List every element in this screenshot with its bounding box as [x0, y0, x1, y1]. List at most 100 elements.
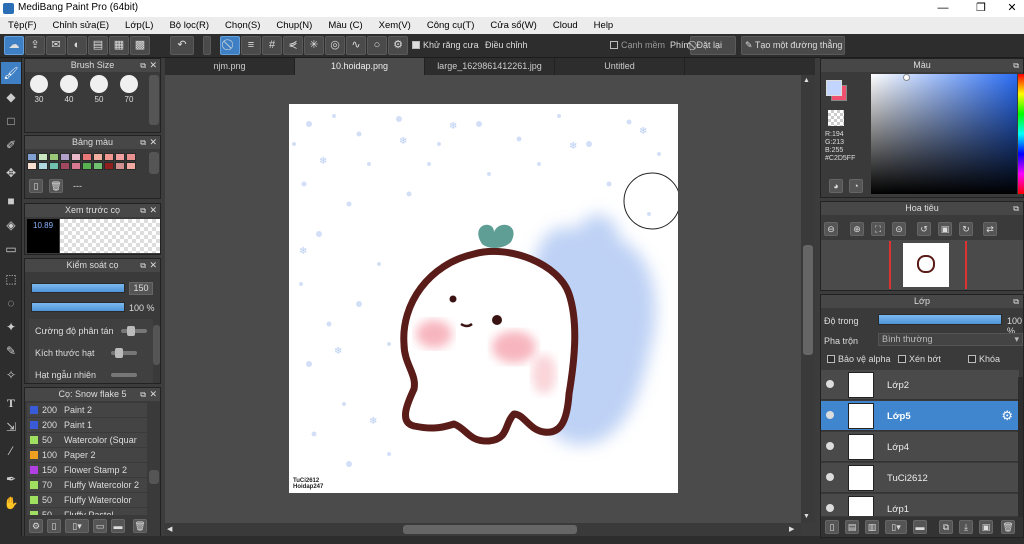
layer-row[interactable]: TuCi2612 — [821, 463, 1019, 493]
menu-item[interactable]: Chỉnh sửa(E) — [45, 20, 118, 31]
canvas-vertical-scrollbar[interactable]: ▲ ▼ — [801, 75, 815, 523]
new-8bit-layer-icon[interactable]: ▤ — [845, 520, 859, 534]
straight-line-button[interactable]: ✎ Tạo một đường thẳng — [741, 36, 845, 55]
vanishing-point-icon[interactable]: ⋞ — [283, 36, 303, 55]
zoom-reset-icon[interactable]: ⊝ — [892, 222, 906, 236]
popout-icon[interactable]: ⧉ — [140, 259, 146, 272]
document-tab[interactable]: 10.hoidap.png — [295, 58, 425, 75]
magic-wand-tool-icon[interactable]: ✦ — [1, 316, 21, 338]
close-icon[interactable]: ✕ — [149, 59, 157, 72]
reset-button[interactable]: ⃠ Đặt lại — [690, 36, 736, 55]
minimize-button[interactable]: — — [933, 1, 953, 15]
brush-list-item[interactable]: 70 Fluffy Watercolor 2 — [27, 478, 147, 493]
layer-row[interactable]: Lớp5 ⚙ — [821, 401, 1019, 431]
eyedropper-tool-icon[interactable]: ✒ — [1, 468, 21, 490]
select-eraser-tool-icon[interactable]: ✧ — [1, 364, 21, 386]
eye-icon[interactable] — [826, 442, 834, 450]
new-palette-icon[interactable]: ▯ — [29, 179, 43, 193]
brush-list-scrollbar[interactable] — [149, 470, 159, 484]
flip-icon[interactable]: ⇄ — [983, 222, 997, 236]
brush-list-item[interactable]: 150 Flower Stamp 2 — [27, 463, 147, 478]
menu-item[interactable]: Cloud — [545, 20, 586, 31]
lock-checkbox[interactable]: Khóa — [968, 354, 1000, 364]
delete-layer-icon[interactable]: 🗑 — [1001, 520, 1015, 534]
export-icon[interactable]: ⇪ — [25, 36, 45, 55]
navigator-preview[interactable] — [821, 240, 1023, 290]
layer-scrollbar[interactable] — [1018, 377, 1023, 517]
text-tool-icon[interactable]: T — [1, 392, 21, 414]
fit-window-icon[interactable]: ▣ — [938, 222, 952, 236]
brush-size-preset[interactable]: 30 — [27, 75, 51, 104]
bucket-tool-icon[interactable]: ◈ — [1, 214, 21, 236]
menu-item[interactable]: Màu (C) — [320, 20, 370, 31]
color-picker-handle[interactable] — [903, 74, 910, 81]
layer-settings-icon[interactable]: ▣ — [979, 520, 993, 534]
palette-swatch[interactable] — [38, 162, 48, 170]
brush-size-scrollbar[interactable] — [149, 75, 159, 125]
color-palette-icon[interactable]: ◔ — [849, 179, 863, 193]
operation-tool-icon[interactable]: ⇲ — [1, 416, 21, 438]
select-tool-icon[interactable]: ⬚ — [1, 268, 21, 290]
new-layer-icon[interactable]: ▯ — [825, 520, 839, 534]
eye-icon[interactable] — [826, 411, 834, 419]
new-layer-menu-icon[interactable]: ▯▾ — [885, 520, 907, 534]
close-button[interactable]: ✕ — [1002, 1, 1022, 15]
color-wheel-icon[interactable]: ◕ — [829, 179, 843, 193]
menu-item[interactable]: Chọn(S) — [217, 20, 268, 31]
palette-swatch[interactable] — [82, 153, 92, 161]
popout-icon[interactable]: ⧉ — [140, 59, 146, 72]
palette-swatch[interactable] — [38, 153, 48, 161]
brush-list-item[interactable]: 50 Fluffy Pastel — [27, 508, 147, 515]
menu-item[interactable]: Tệp(F) — [0, 20, 45, 31]
fit-screen-icon[interactable]: ⛶ — [871, 222, 885, 236]
brush-size-preset[interactable]: 40 — [57, 75, 81, 104]
gradient-tool-icon[interactable]: ▭ — [1, 238, 21, 260]
palette-swatch[interactable] — [93, 162, 103, 170]
menu-item[interactable]: Chụp(N) — [268, 20, 320, 31]
palette-swatch[interactable] — [60, 153, 70, 161]
scroll-right-icon[interactable]: ▶ — [789, 525, 794, 533]
document-icon[interactable]: ▤ — [88, 36, 108, 55]
divide-tool-icon[interactable]: ⁄ — [1, 440, 21, 462]
maximize-button[interactable]: ❐ — [971, 1, 991, 15]
eye-icon[interactable] — [826, 380, 834, 388]
palette-swatch[interactable] — [104, 162, 114, 170]
palette-swatch[interactable] — [126, 153, 136, 161]
undo-icon[interactable]: ↶ — [170, 36, 194, 55]
delete-brush-icon[interactable]: 🗑 — [133, 519, 147, 533]
menu-item[interactable]: Cửa sổ(W) — [482, 20, 544, 31]
palette-swatch[interactable] — [82, 162, 92, 170]
popout-icon[interactable]: ⧉ — [1013, 59, 1019, 72]
close-icon[interactable]: ✕ — [149, 388, 157, 401]
popout-icon[interactable]: ⧉ — [1013, 202, 1019, 215]
palette-swatch[interactable] — [115, 153, 125, 161]
brush-size-slider[interactable] — [31, 283, 125, 293]
settings-gear-icon[interactable]: ⚙ — [388, 36, 408, 55]
merge-layer-icon[interactable]: ⤓ — [959, 520, 973, 534]
scroll-up-icon[interactable]: ▲ — [803, 77, 810, 84]
close-icon[interactable]: ✕ — [149, 259, 157, 272]
move-tool-icon[interactable]: ✥ — [1, 162, 21, 184]
circle-snap-icon[interactable]: ○ — [367, 36, 387, 55]
layer-row[interactable]: Lớp1 — [821, 494, 1019, 516]
zoom-out-icon[interactable]: ⊖ — [824, 222, 838, 236]
close-icon[interactable]: ✕ — [149, 204, 157, 217]
layer-row[interactable]: Lớp2 — [821, 370, 1019, 400]
close-icon[interactable]: ✕ — [149, 136, 157, 149]
rotate-right-icon[interactable]: ↻ — [959, 222, 973, 236]
brush-opacity-slider[interactable] — [31, 302, 125, 312]
layer-row[interactable]: Lớp4 — [821, 432, 1019, 462]
popout-icon[interactable]: ⧉ — [140, 204, 146, 217]
palette-swatch[interactable] — [71, 162, 81, 170]
random-grain-slider[interactable] — [111, 373, 137, 377]
document-tab[interactable]: njm.png — [165, 58, 295, 75]
brush-list-item[interactable]: 100 Paper 2 — [27, 448, 147, 463]
brush-tool-icon[interactable]: 🖌 — [1, 62, 21, 84]
palette-swatch[interactable] — [93, 153, 103, 161]
palette-swatch[interactable] — [104, 153, 114, 161]
palette-scrollbar[interactable] — [149, 152, 159, 174]
no-snap-icon[interactable]: ⃠ — [220, 36, 240, 55]
folder-icon[interactable]: ▬ — [111, 519, 125, 533]
menu-item[interactable]: Bộ lọc(R) — [161, 20, 217, 31]
eye-icon[interactable] — [826, 473, 834, 481]
